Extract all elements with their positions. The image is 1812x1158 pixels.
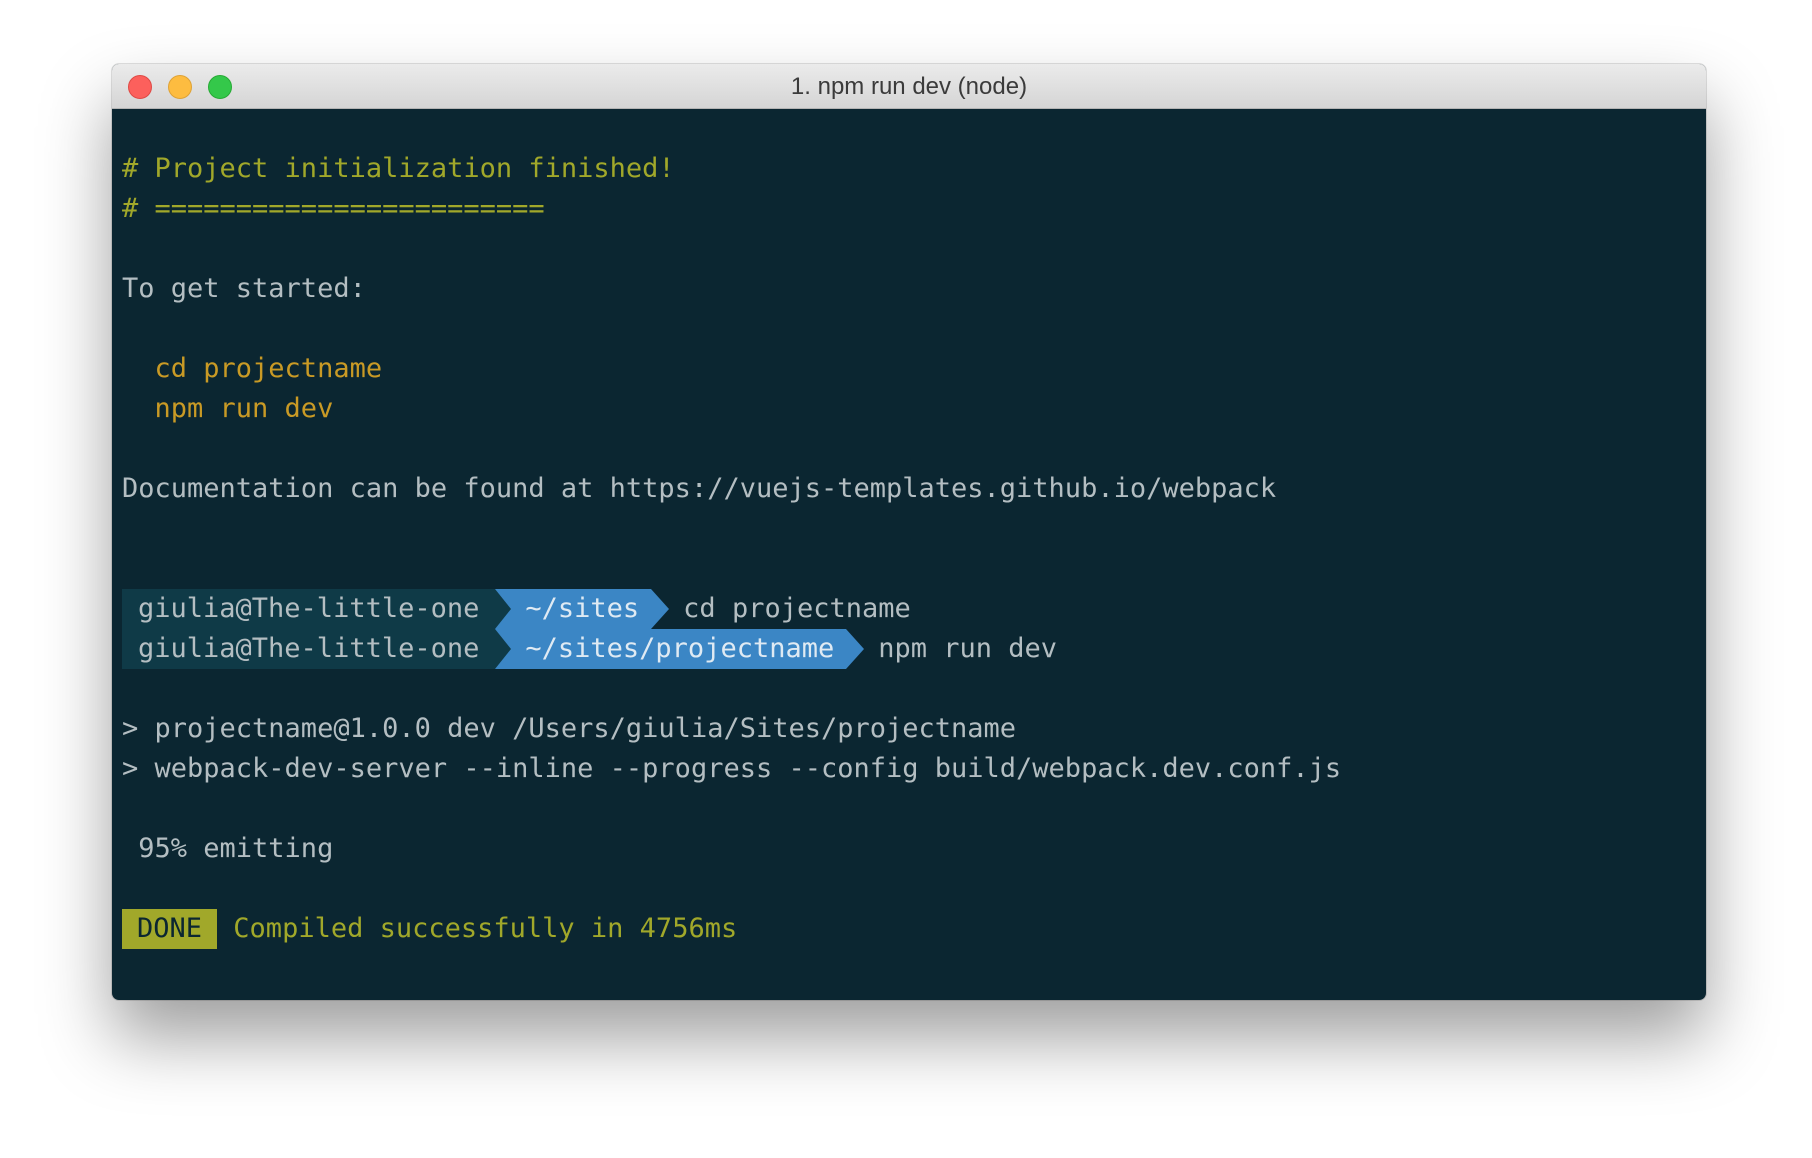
npm-command-line: npm run dev (122, 393, 334, 424)
script-command-line: > webpack-dev-server --inline --progress… (122, 753, 1342, 784)
done-line: DONE Compiled successfully in 4756ms (122, 909, 1706, 949)
prompt-arrow-icon (651, 589, 670, 629)
docs-line: Documentation can be found at https://vu… (122, 473, 1277, 504)
prompt-row: giulia@The-little-one ~/sites/projectnam… (122, 629, 1706, 669)
prompt-command: cd projectname (683, 593, 911, 624)
script-info-line: > projectname@1.0.0 dev /Users/giulia/Si… (122, 713, 1017, 744)
terminal-output[interactable]: # Project initialization finished! # ===… (112, 109, 1706, 949)
terminal-window[interactable]: 1. npm run dev (node) # Project initiali… (112, 64, 1706, 1000)
prompt-user: giulia@The-little-one (122, 589, 496, 629)
prompt-row: giulia@The-little-one ~/sites cd project… (122, 589, 1706, 629)
prompt-command: npm run dev (878, 633, 1058, 664)
prompt-arrow-icon (846, 629, 865, 669)
progress-line: 95% emitting (122, 833, 334, 864)
prompt-directory: ~/sites/projectname (495, 629, 847, 669)
window-title: 1. npm run dev (node) (790, 73, 1028, 100)
init-rule-line: # ======================== (122, 193, 545, 224)
done-message: Compiled successfully in 4756ms (217, 913, 737, 944)
cd-command-line: cd projectname (122, 353, 383, 384)
get-started-line: To get started: (122, 273, 366, 304)
done-badge: DONE (122, 909, 218, 949)
prompt-directory: ~/sites (495, 589, 652, 629)
prompt-user: giulia@The-little-one (122, 629, 496, 669)
title-bar[interactable]: 1. npm run dev (node) (112, 64, 1706, 109)
done-message-text: Compiled successfully in 4756ms (233, 913, 738, 944)
init-heading-line: # Project initialization finished! (122, 153, 675, 184)
